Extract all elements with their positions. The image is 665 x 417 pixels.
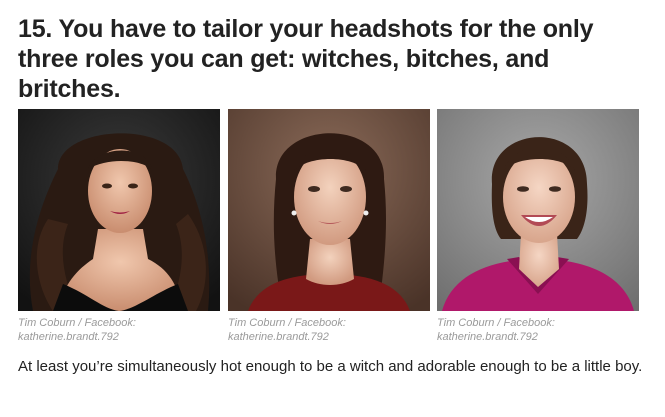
headshot-card: Tim Coburn / Facebook: katherine.brandt.… xyxy=(18,109,220,344)
photo-credit-handle: katherine.brandt.792 xyxy=(437,331,538,343)
photo-credit-handle: katherine.brandt.792 xyxy=(18,331,119,343)
headshot-photo-gray-background[interactable] xyxy=(437,109,639,311)
photo-credit: Tim Coburn / Facebook: katherine.brandt.… xyxy=(228,316,430,344)
article-heading: 15. You have to tailor your headshots fo… xyxy=(18,15,594,103)
headshot-card: Tim Coburn / Facebook: katherine.brandt.… xyxy=(437,109,639,344)
headshot-gallery: Tim Coburn / Facebook: katherine.brandt.… xyxy=(18,109,640,345)
photo-credit: Tim Coburn / Facebook: katherine.brandt.… xyxy=(18,316,220,344)
headshot-photo-brown-background[interactable] xyxy=(228,109,430,311)
item-caption: At least you’re simultaneously hot enoug… xyxy=(18,358,643,375)
photo-credit-line: Tim Coburn / Facebook: xyxy=(228,317,346,329)
photo-credit: Tim Coburn / Facebook: katherine.brandt.… xyxy=(437,316,639,344)
photo-credit-line: Tim Coburn / Facebook: xyxy=(437,317,555,329)
photo-credit-line: Tim Coburn / Facebook: xyxy=(18,317,136,329)
headshot-card: Tim Coburn / Facebook: katherine.brandt.… xyxy=(228,109,430,344)
photo-credit-handle: katherine.brandt.792 xyxy=(228,331,329,343)
headshot-photo-dark-background[interactable] xyxy=(18,109,220,311)
